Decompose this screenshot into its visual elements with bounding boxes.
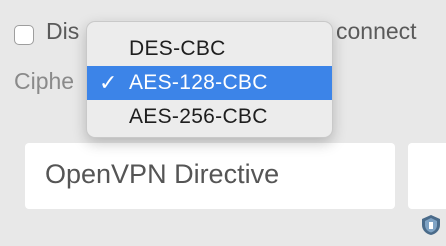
cipher-dropdown-menu: DES-CBC ✓ AES-128-CBC AES-256-CBC	[86, 21, 333, 138]
option-label: AES-256-CBC	[129, 105, 268, 128]
cipher-label: Ciphe	[14, 68, 75, 94]
openvpn-directive-input[interactable]: OpenVPN Directive	[25, 143, 395, 209]
checkbox-label-end: connect	[336, 18, 417, 44]
shield-icon	[422, 215, 440, 235]
cipher-option-aes-128-cbc[interactable]: ✓ AES-128-CBC	[87, 66, 332, 100]
disconnect-checkbox[interactable]	[14, 25, 34, 45]
checkbox-label-start: Dis	[46, 18, 80, 44]
side-input[interactable]	[408, 143, 446, 209]
option-label: DES-CBC	[129, 37, 226, 60]
check-icon: ✓	[99, 70, 118, 95]
cipher-option-aes-256-cbc[interactable]: AES-256-CBC	[87, 100, 332, 134]
option-label: AES-128-CBC	[129, 71, 268, 94]
cipher-option-des-cbc[interactable]: DES-CBC	[87, 32, 332, 66]
